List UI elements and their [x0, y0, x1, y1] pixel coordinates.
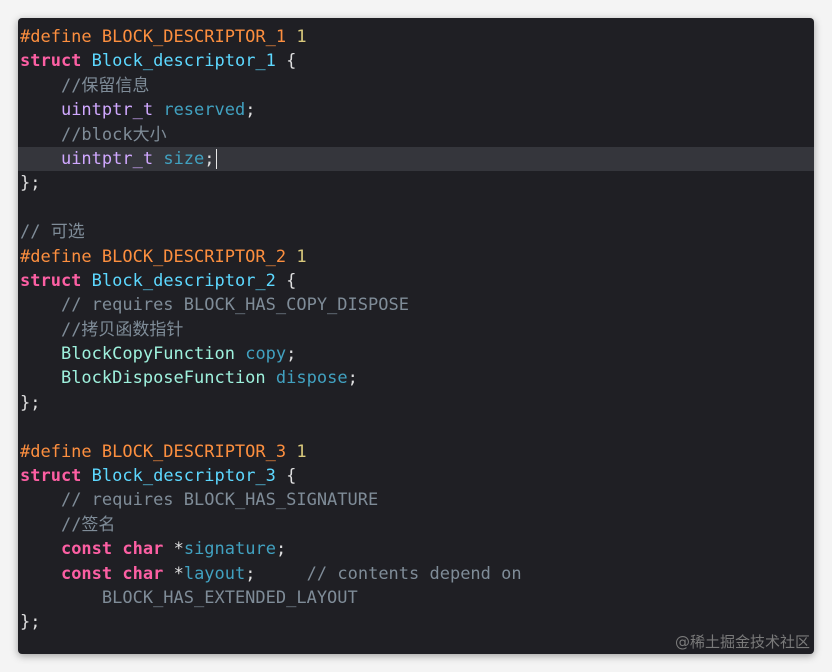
code-token: //拷贝函数指针	[60, 319, 184, 340]
code-token: //保留信息	[60, 75, 150, 96]
code-line[interactable]: //签名	[18, 513, 814, 537]
code-line[interactable]: };	[18, 171, 814, 195]
code-token: reserved	[163, 100, 246, 121]
watermark: @稀土掘金技术社区	[674, 633, 810, 651]
code-token: {	[275, 466, 297, 487]
code-token: dispose	[275, 368, 348, 389]
code-token: ;	[245, 563, 307, 584]
code-token: ;	[275, 539, 287, 560]
code-token: copy	[245, 344, 287, 365]
code-token: 1	[296, 441, 307, 462]
code-line[interactable]: // requires BLOCK_HAS_SIGNATURE	[18, 488, 814, 512]
code-token: {	[275, 270, 297, 291]
code-line[interactable]: struct Block_descriptor_1 {	[18, 49, 814, 73]
code-token: uintptr_t	[60, 100, 154, 121]
code-line[interactable]: #define BLOCK_DESCRIPTOR_1 1	[18, 25, 814, 49]
code-token: };	[20, 392, 41, 413]
code-line[interactable]: // 可选	[18, 220, 814, 244]
code-token: const	[60, 539, 113, 560]
code-token: // requires BLOCK_HAS_COPY_DISPOSE	[60, 295, 409, 316]
code-line[interactable]: uintptr_t size;	[18, 146, 814, 172]
code-line[interactable]: #define BLOCK_DESCRIPTOR_2 1	[18, 245, 814, 269]
code-token: 1	[296, 246, 307, 267]
code-line[interactable]: //保留信息	[18, 74, 814, 98]
code-token: const	[60, 563, 113, 584]
code-token: Block_descriptor_2	[91, 270, 276, 291]
code-token: Block_descriptor_3	[91, 466, 276, 487]
code-token: struct	[20, 466, 82, 487]
code-token: ;	[245, 100, 256, 121]
code-token: size	[163, 148, 205, 169]
code-token: BlockCopyFunction	[60, 344, 235, 365]
code-line[interactable]: BlockCopyFunction copy;	[18, 342, 814, 366]
code-token: // 可选	[20, 222, 85, 243]
code-token: };	[20, 173, 41, 194]
code-line[interactable]: };	[18, 391, 814, 415]
code-line[interactable]: BlockDisposeFunction dispose;	[18, 366, 814, 390]
code-token: #define BLOCK_DESCRIPTOR_2	[20, 246, 297, 267]
code-token: layout	[183, 563, 246, 584]
code-token: Block_descriptor_1	[91, 51, 276, 72]
code-token: // requires BLOCK_HAS_SIGNATURE	[60, 490, 379, 511]
code-token: *	[163, 539, 184, 560]
code-line[interactable]	[18, 415, 814, 439]
code-token: //签名	[60, 514, 116, 535]
code-line[interactable]: //拷贝函数指针	[18, 318, 814, 342]
code-token: // contents depend on	[306, 563, 522, 584]
code-line[interactable]	[18, 196, 814, 220]
code-token: 1	[296, 27, 307, 47]
code-token: };	[20, 612, 41, 633]
code-line[interactable]: const char *layout; // contents depend o…	[18, 562, 814, 586]
text-cursor	[215, 148, 217, 169]
code-line[interactable]: struct Block_descriptor_3 {	[18, 464, 814, 488]
code-line[interactable]: uintptr_t reserved;	[18, 98, 814, 122]
code-area[interactable]: #define BLOCK_DESCRIPTOR_1 1 struct Block…	[18, 25, 814, 635]
code-line[interactable]: //block大小	[18, 123, 814, 147]
code-line[interactable]: #define BLOCK_DESCRIPTOR_3 1	[18, 440, 814, 464]
code-token: BlockDisposeFunction	[60, 368, 266, 389]
code-token: char	[122, 563, 164, 584]
code-line[interactable]: // requires BLOCK_HAS_COPY_DISPOSE	[18, 293, 814, 317]
code-token: *	[163, 563, 184, 584]
code-token: ;	[286, 344, 297, 365]
code-token: #define BLOCK_DESCRIPTOR_3	[20, 441, 297, 462]
code-token: BLOCK_HAS_EXTENDED_LAYOUT	[101, 587, 358, 608]
code-token: uintptr_t	[60, 148, 154, 169]
code-line[interactable]: const char *signature;	[18, 537, 814, 561]
code-token: char	[122, 539, 164, 560]
code-token: #define BLOCK_DESCRIPTOR_1	[20, 27, 297, 47]
code-token: struct	[20, 270, 82, 291]
code-token: ;	[204, 148, 215, 169]
code-token: {	[275, 51, 297, 72]
code-editor[interactable]: #define BLOCK_DESCRIPTOR_1 1 struct Block…	[18, 18, 814, 654]
code-line[interactable]: BLOCK_HAS_EXTENDED_LAYOUT	[18, 586, 814, 610]
code-line[interactable]: struct Block_descriptor_2 {	[18, 269, 814, 293]
code-token: signature	[183, 539, 276, 560]
code-token: //block大小	[60, 124, 167, 145]
code-token: struct	[20, 51, 82, 72]
code-token: ;	[347, 368, 358, 389]
